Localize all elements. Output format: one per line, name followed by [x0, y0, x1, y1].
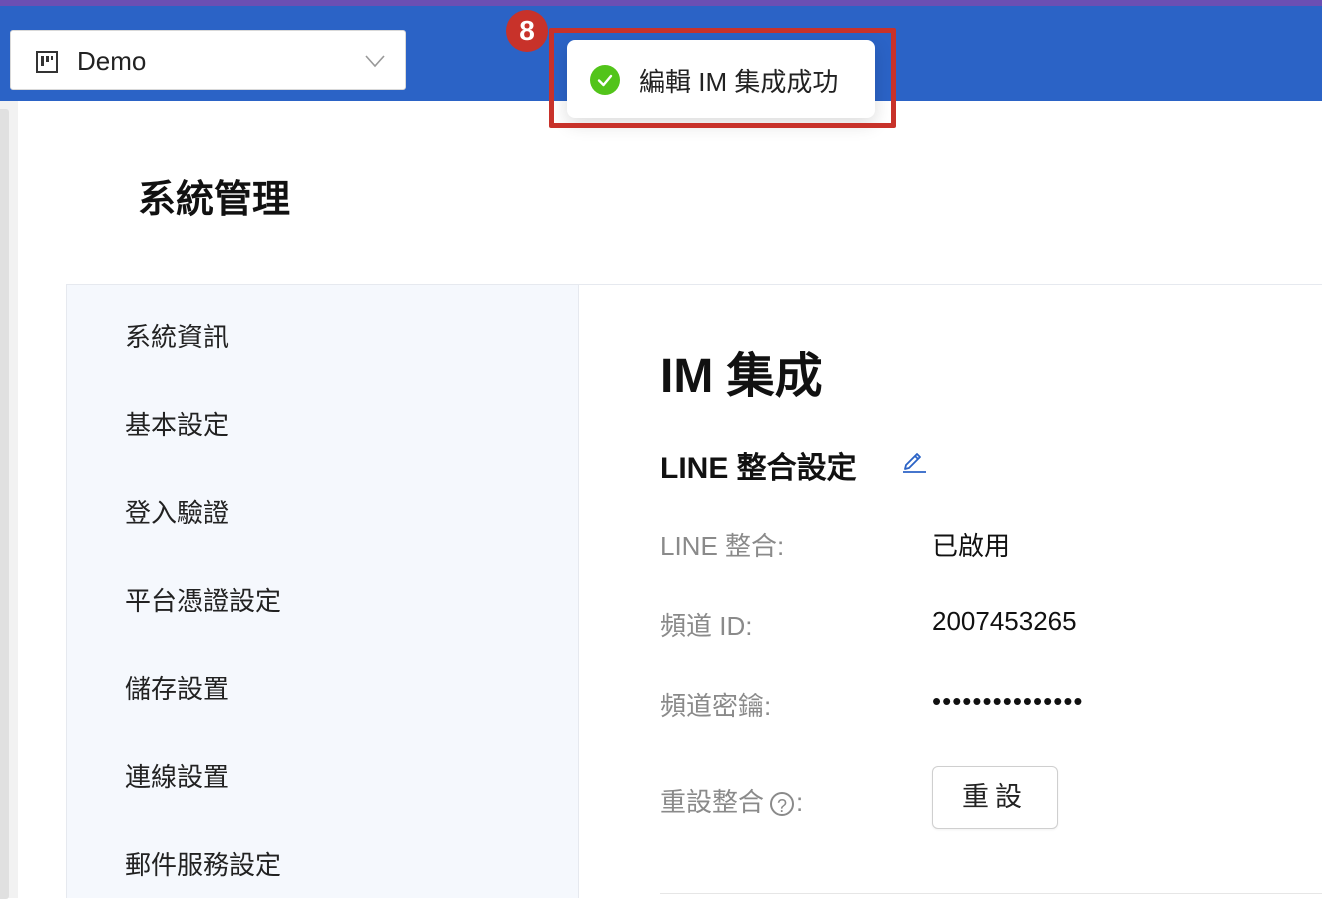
project-name: Demo: [77, 46, 147, 76]
left-panel-scrollbar[interactable]: [0, 109, 9, 899]
line-integration-label: LINE 整合:: [660, 531, 785, 561]
sidebar-item-storage[interactable]: 儲存設置: [125, 669, 229, 706]
sidebar-item-platform-credentials[interactable]: 平台憑證設定: [125, 581, 281, 618]
content-divider: [579, 284, 1322, 285]
step-number-badge: 8: [506, 10, 548, 52]
settings-sidebar: 系統資訊 基本設定 登入驗證 平台憑證設定 儲存設置 連線設置 郵件服務設定: [66, 284, 579, 898]
line-integration-value: 已啟用: [932, 531, 1011, 561]
edit-icon[interactable]: [900, 446, 928, 474]
sidebar-item-connection[interactable]: 連線設置: [125, 757, 229, 794]
section-divider: [660, 893, 1322, 894]
channel-id-value: 2007453265: [932, 606, 1077, 636]
reset-label-colon: :: [796, 787, 804, 817]
annotation-highlight-box: [549, 28, 896, 128]
sidebar-item-login-auth[interactable]: 登入驗證: [125, 493, 229, 530]
page-title: 系統管理: [138, 179, 291, 221]
channel-secret-value: •••••••••••••••: [932, 686, 1084, 716]
channel-secret-label: 頻道密鑰:: [660, 691, 772, 721]
reset-integration-label: 重設整合?:: [660, 782, 803, 819]
section-heading: IM 集成: [660, 350, 823, 403]
reset-integration-text: 重設整合: [660, 787, 765, 817]
sidebar-item-basic-settings[interactable]: 基本設定: [125, 405, 229, 442]
chevron-down-icon: [365, 55, 385, 68]
sidebar-item-system-info[interactable]: 系統資訊: [125, 317, 229, 354]
line-settings-title: LINE 整合設定: [660, 452, 857, 485]
sidebar-item-mail-service[interactable]: 郵件服務設定: [125, 845, 281, 882]
project-selector[interactable]: Demo: [10, 30, 406, 90]
help-icon[interactable]: ?: [770, 792, 795, 817]
board-icon: [36, 51, 58, 73]
reset-button[interactable]: 重設: [932, 766, 1058, 829]
left-collapsed-panel: [0, 101, 18, 899]
channel-id-label: 頻道 ID:: [660, 611, 753, 641]
